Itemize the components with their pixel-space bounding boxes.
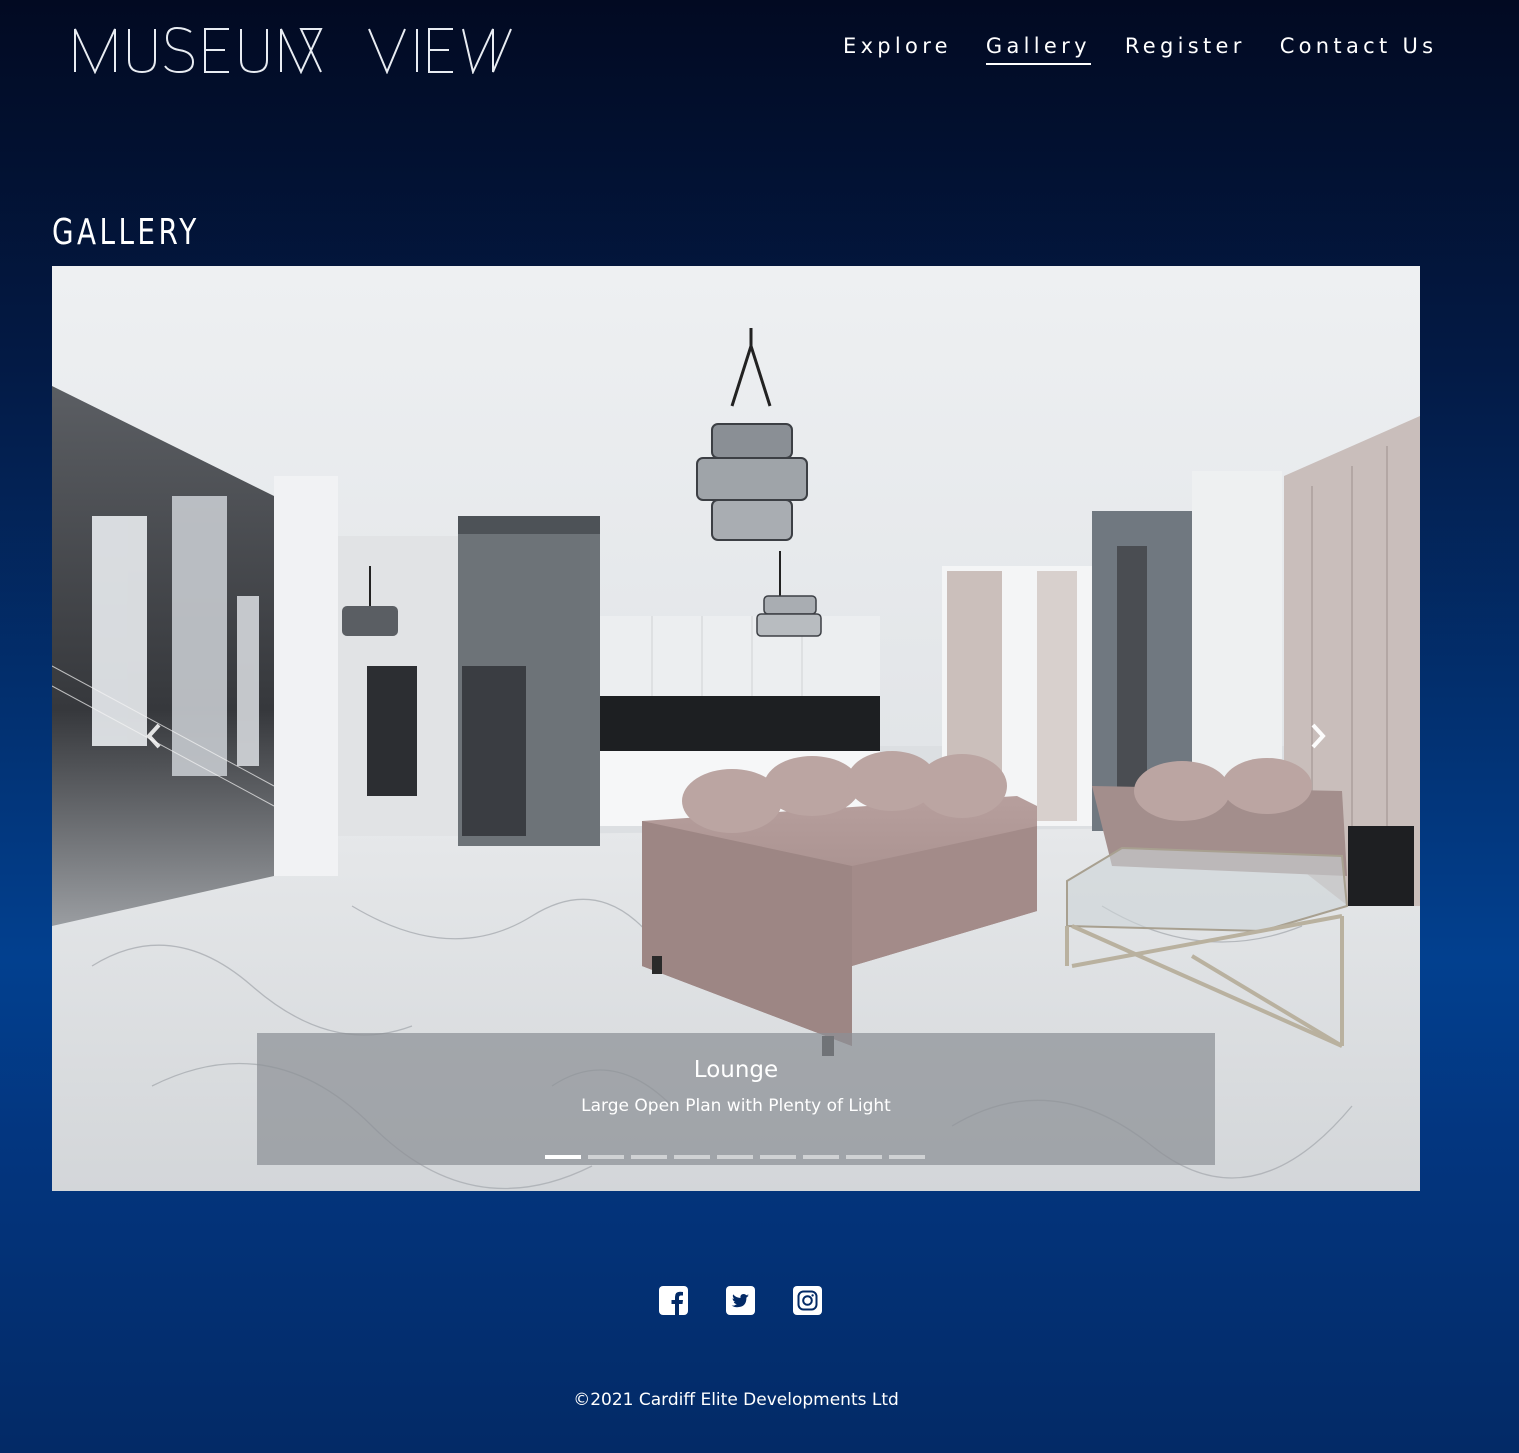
gallery-carousel: Lounge Large Open Plan with Plenty of Li…: [52, 266, 1420, 1191]
twitter-link[interactable]: [726, 1286, 755, 1315]
social-links: [659, 1286, 860, 1315]
carousel-next-button[interactable]: [1288, 706, 1348, 766]
nav-gallery[interactable]: Gallery: [985, 34, 1091, 65]
twitter-icon: [726, 1286, 755, 1315]
instagram-link[interactable]: [793, 1286, 822, 1315]
carousel-indicator[interactable]: [803, 1155, 839, 1159]
instagram-icon: [793, 1286, 822, 1315]
slide-subtitle: Large Open Plan with Plenty of Light: [581, 1096, 891, 1116]
carousel-prev-button[interactable]: [124, 706, 184, 766]
carousel-indicator[interactable]: [760, 1155, 796, 1159]
nav-register[interactable]: Register: [1125, 34, 1246, 65]
chevron-right-icon: [1311, 723, 1326, 749]
slide-caption: Lounge Large Open Plan with Plenty of Li…: [257, 1033, 1215, 1165]
carousel-indicator[interactable]: [545, 1155, 581, 1159]
carousel-indicators: [545, 1155, 932, 1159]
facebook-link[interactable]: [659, 1286, 688, 1315]
site-logo[interactable]: [73, 26, 513, 76]
carousel-indicator[interactable]: [889, 1155, 925, 1159]
carousel-indicator[interactable]: [674, 1155, 710, 1159]
carousel-indicator[interactable]: [631, 1155, 667, 1159]
carousel-indicator[interactable]: [588, 1155, 624, 1159]
carousel-indicator[interactable]: [717, 1155, 753, 1159]
page-title: GALLERY: [52, 212, 200, 253]
slide-title: Lounge: [693, 1057, 779, 1083]
main-nav: Explore Gallery Register Contact Us: [843, 34, 1471, 65]
nav-explore[interactable]: Explore: [843, 34, 952, 65]
chevron-left-icon: [146, 723, 161, 749]
copyright-text: ©2021 Cardiff Elite Developments Ltd: [573, 1390, 899, 1410]
facebook-icon: [659, 1286, 688, 1315]
carousel-indicator[interactable]: [846, 1155, 882, 1159]
nav-contact-us[interactable]: Contact Us: [1280, 34, 1438, 65]
